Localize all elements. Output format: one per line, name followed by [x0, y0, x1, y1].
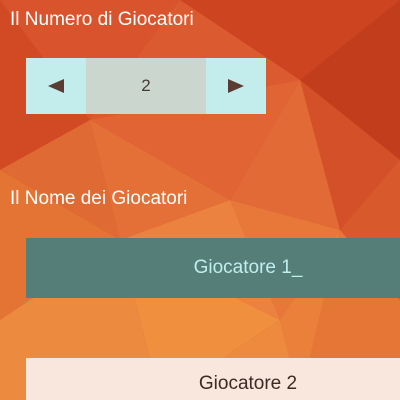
player-names-label: Il Nome dei Giocatori [10, 188, 188, 209]
player-1-name-field[interactable]: Giocatore 1_ [26, 238, 400, 298]
player-count-value: 2 [86, 58, 206, 114]
player-count-label: Il Numero di Giocatori [10, 9, 194, 30]
triangle-left-icon [48, 79, 64, 93]
player-2-name-field[interactable]: Giocatore 2 [26, 358, 400, 400]
player-1-name-value: Giocatore 1_ [193, 257, 303, 278]
player-2-name-value: Giocatore 2 [198, 373, 298, 394]
increase-players-button[interactable] [206, 58, 266, 114]
triangle-right-icon [228, 79, 244, 93]
decrease-players-button[interactable] [26, 58, 86, 114]
player-count-stepper[interactable]: 2 [26, 58, 266, 114]
